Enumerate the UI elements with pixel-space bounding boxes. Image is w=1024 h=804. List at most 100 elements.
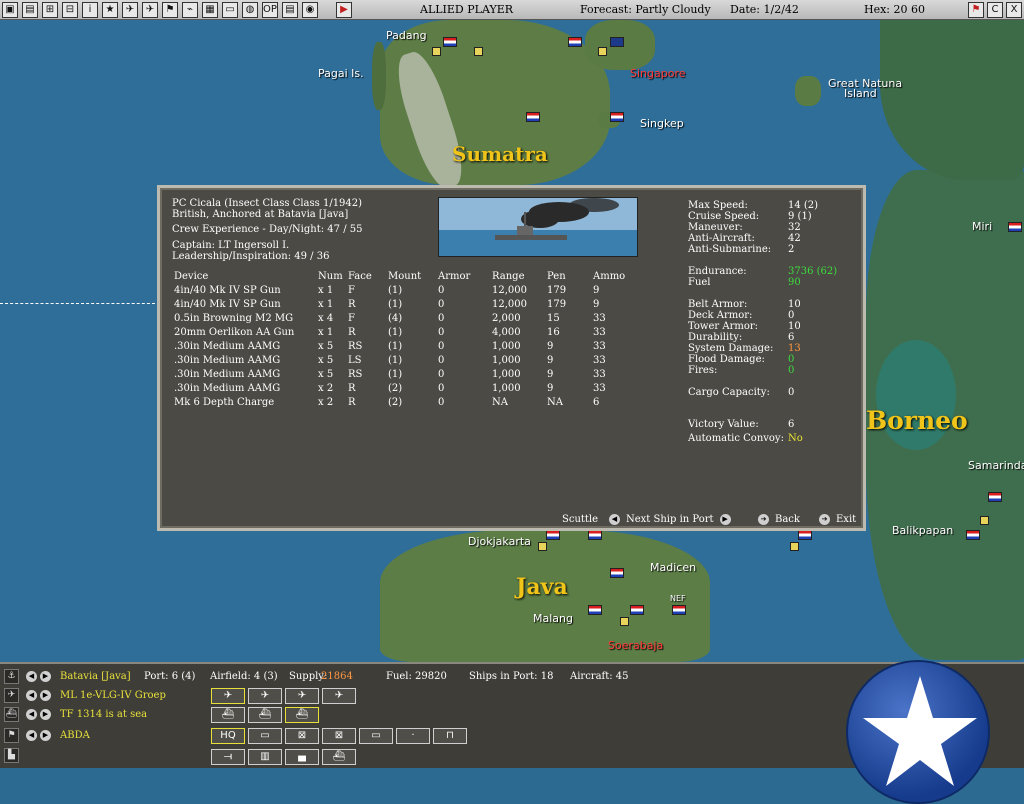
- device-row[interactable]: Mk 6 Depth Charge x 2 R (2) 0 NA NA 6: [174, 395, 633, 409]
- hq-name[interactable]: ABDA: [60, 730, 90, 742]
- british-flag-marker[interactable]: [610, 37, 624, 47]
- device-row[interactable]: .30in Medium AAMG x 5 LS (1) 0 1,000 9 33: [174, 353, 633, 367]
- unit-type-button-3[interactable]: ⊠: [322, 728, 356, 744]
- dutch-flag-marker[interactable]: [610, 568, 624, 578]
- fighter-button[interactable]: ✈: [211, 688, 245, 704]
- airbase-marker[interactable]: [980, 516, 989, 525]
- flag-icon[interactable]: ⚑: [162, 2, 178, 18]
- hq-flag-icon[interactable]: ⚑: [4, 728, 19, 743]
- dutch-flag-marker[interactable]: [988, 492, 1002, 502]
- ops-icon[interactable]: OP: [262, 2, 278, 18]
- airfield-size: Airfield: 4 (3): [210, 671, 278, 682]
- device-cell: 9: [593, 298, 600, 310]
- star-icon[interactable]: ★: [102, 2, 118, 18]
- transport-button[interactable]: ✈: [285, 688, 319, 704]
- next-hq-icon[interactable]: ▶: [40, 730, 51, 741]
- dutch-flag-marker[interactable]: [1008, 222, 1022, 232]
- airbase-marker[interactable]: [620, 617, 629, 626]
- toolbar-button-1-icon[interactable]: ▣: [2, 2, 18, 18]
- prev-tf-icon[interactable]: ◀: [26, 709, 37, 720]
- info-icon[interactable]: i: [82, 2, 98, 18]
- aircraft-red-icon[interactable]: ✈: [122, 2, 138, 18]
- back-button[interactable]: ➔ Back: [758, 514, 800, 525]
- device-row[interactable]: 4in/40 Mk IV SP Gun x 1 F (1) 0 12,000 179 9: [174, 283, 633, 297]
- dutch-flag-marker[interactable]: [526, 112, 540, 122]
- next-tf-icon[interactable]: ▶: [40, 709, 51, 720]
- unit-type-button-2[interactable]: ⊠: [285, 728, 319, 744]
- airbase-marker[interactable]: [790, 542, 799, 551]
- ground-unit-icon[interactable]: ▙: [4, 748, 19, 763]
- next-arrow-icon[interactable]: ▶: [719, 514, 731, 525]
- task-force-icon[interactable]: ⛴: [4, 707, 19, 722]
- prev-hq-icon[interactable]: ◀: [26, 730, 37, 741]
- port-anchor-icon[interactable]: ⚓: [4, 669, 19, 684]
- ships-list-button[interactable]: ⛴: [211, 707, 245, 723]
- dutch-flag-marker[interactable]: [610, 112, 624, 122]
- globe-icon[interactable]: ◍: [242, 2, 258, 18]
- device-row[interactable]: .30in Medium AAMG x 2 R (2) 0 1,000 9 33: [174, 381, 633, 395]
- endurance-value: 3736 (62): [788, 266, 838, 277]
- air-unit-name[interactable]: ML 1e-VLG-IV Groep: [60, 690, 166, 702]
- ground-button-3[interactable]: ▄: [285, 749, 319, 765]
- next-ship-button[interactable]: ◀ Next Ship in Port ▶: [609, 514, 731, 525]
- dutch-flag-marker[interactable]: [546, 530, 560, 540]
- device-cell: x 4: [318, 312, 334, 324]
- ground-button-4[interactable]: ⛴: [322, 749, 356, 765]
- auto-convoy-value[interactable]: No: [788, 433, 803, 444]
- dutch-flag-marker[interactable]: [672, 605, 686, 615]
- close-icon[interactable]: X: [1006, 2, 1022, 18]
- device-row[interactable]: .30in Medium AAMG x 5 RS (1) 0 1,000 9 33: [174, 339, 633, 353]
- device-row[interactable]: 0.5in Browning M2 MG x 4 F (4) 0 2,000 15 33: [174, 311, 633, 325]
- next-base-icon[interactable]: ▶: [40, 671, 51, 682]
- airbase-marker[interactable]: [432, 47, 441, 56]
- dutch-flag-marker[interactable]: [443, 37, 457, 47]
- route-icon[interactable]: ⌁: [182, 2, 198, 18]
- recon-button[interactable]: ✈: [322, 688, 356, 704]
- ground-button-1[interactable]: ⟞: [211, 749, 245, 765]
- toolbar-button-2-icon[interactable]: ▤: [22, 2, 38, 18]
- air-unit-icon[interactable]: ✈: [4, 688, 19, 703]
- scuttle-button[interactable]: Scuttle: [562, 514, 598, 525]
- toolbar-button-4-icon[interactable]: ⊟: [62, 2, 78, 18]
- dutch-flag-marker[interactable]: [568, 37, 582, 47]
- weather-icon[interactable]: ◉: [302, 2, 318, 18]
- airbase-marker[interactable]: [538, 542, 547, 551]
- dutch-flag-marker[interactable]: [588, 530, 602, 540]
- base-name[interactable]: Batavia [Java]: [60, 671, 131, 683]
- airbase-marker[interactable]: [474, 47, 483, 56]
- dutch-flag-marker[interactable]: [588, 605, 602, 615]
- list-icon[interactable]: ▤: [282, 2, 298, 18]
- toolbar-button-3-icon[interactable]: ⊞: [42, 2, 58, 18]
- task-force-name[interactable]: TF 1314 is at sea: [60, 709, 147, 721]
- device-cell: .30in Medium AAMG: [174, 368, 281, 380]
- unit-type-button-1[interactable]: ▭: [248, 728, 282, 744]
- side-flag-icon[interactable]: ⚑: [968, 2, 984, 18]
- unit-type-button-4[interactable]: ▭: [359, 728, 393, 744]
- config-button[interactable]: C: [987, 2, 1003, 18]
- exit-button[interactable]: ➔ Exit: [819, 514, 856, 525]
- ships-docked-button[interactable]: ⛴: [248, 707, 282, 723]
- prev-arrow-icon[interactable]: ◀: [609, 514, 620, 525]
- hq-button[interactable]: HQ: [211, 728, 245, 744]
- prev-base-icon[interactable]: ◀: [26, 671, 37, 682]
- airbase-marker[interactable]: [598, 47, 607, 56]
- device-row[interactable]: 4in/40 Mk IV SP Gun x 1 R (1) 0 12,000 179 9: [174, 297, 633, 311]
- aircraft-blue-icon[interactable]: ✈: [142, 2, 158, 18]
- box-icon[interactable]: ▭: [222, 2, 238, 18]
- device-cell: 9: [593, 284, 600, 296]
- unit-type-button-6[interactable]: ⊓: [433, 728, 467, 744]
- scuttle-label: Scuttle: [562, 514, 599, 525]
- dutch-flag-marker[interactable]: [630, 605, 644, 615]
- ground-button-2[interactable]: ▥: [248, 749, 282, 765]
- device-row[interactable]: .30in Medium AAMG x 5 RS (1) 0 1,000 9 33: [174, 367, 633, 381]
- prev-air-icon[interactable]: ◀: [26, 690, 37, 701]
- grid-icon[interactable]: ▦: [202, 2, 218, 18]
- next-air-icon[interactable]: ▶: [40, 690, 51, 701]
- ships-at-sea-button[interactable]: ⛴: [285, 707, 319, 723]
- unit-type-button-5[interactable]: ·: [396, 728, 430, 744]
- device-row[interactable]: 20mm Oerlikon AA Gun x 1 R (1) 0 4,000 16 33: [174, 325, 633, 339]
- bomber-button[interactable]: ✈: [248, 688, 282, 704]
- dutch-flag-marker[interactable]: [966, 530, 980, 540]
- dutch-flag-marker[interactable]: [798, 530, 812, 540]
- play-turn-icon[interactable]: ▶: [336, 2, 352, 18]
